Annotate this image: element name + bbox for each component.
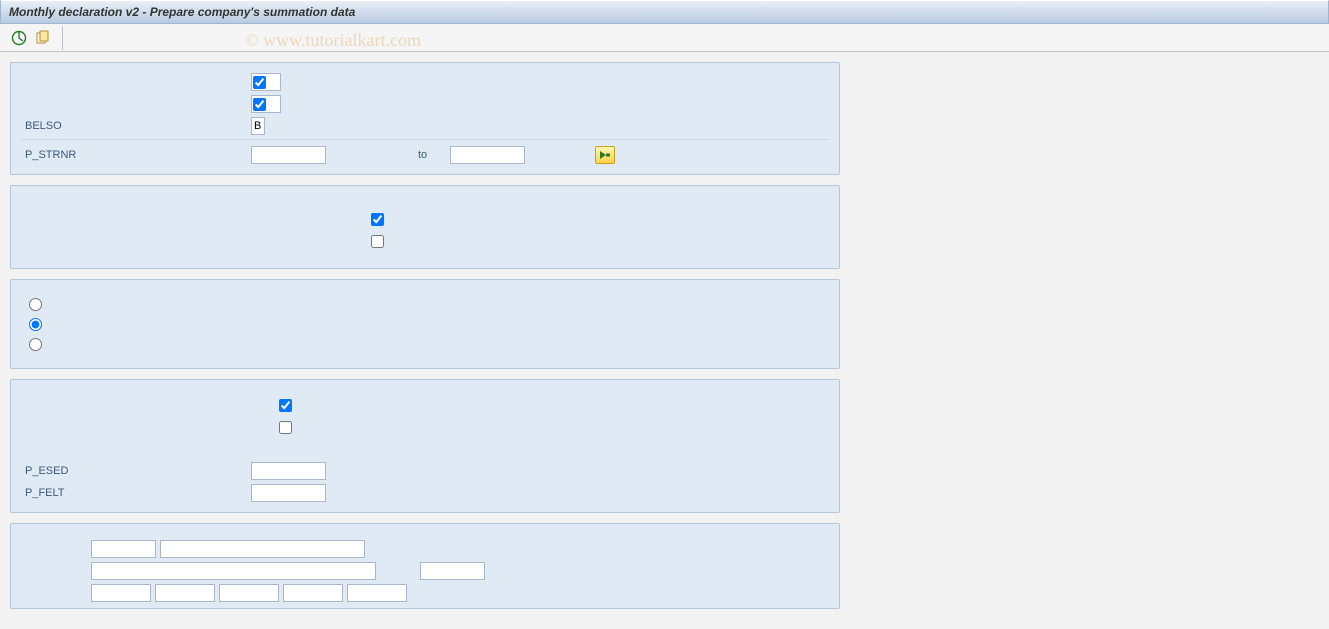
bottom-input-2[interactable]	[160, 540, 365, 558]
pfelt-input[interactable]	[251, 484, 326, 502]
execute-button[interactable]	[10, 29, 28, 47]
toolbar-separator	[62, 26, 63, 50]
bottom-input-3[interactable]	[91, 562, 376, 580]
bottom-input-5[interactable]	[91, 584, 151, 602]
radio-option-2[interactable]	[29, 318, 42, 331]
bottom-input-1[interactable]	[91, 540, 156, 558]
selection-group-3	[10, 279, 840, 369]
belso-input[interactable]	[251, 117, 265, 135]
selection-group-2	[10, 185, 840, 269]
bottom-input-8[interactable]	[283, 584, 343, 602]
pstrnr-from-input[interactable]	[251, 146, 326, 164]
bottom-input-7[interactable]	[219, 584, 279, 602]
window-title: Monthly declaration v2 - Prepare company…	[9, 5, 355, 19]
selection-group-1: BELSO P_STRNR to	[10, 62, 840, 175]
pesed-input[interactable]	[251, 462, 326, 480]
title-bar: Monthly declaration v2 - Prepare company…	[0, 0, 1329, 24]
get-variant-button[interactable]	[34, 29, 52, 47]
checkbox-5[interactable]	[279, 399, 292, 412]
checkbox-2[interactable]	[253, 98, 266, 111]
checkbox-frame-2	[251, 95, 281, 113]
bottom-input-9[interactable]	[347, 584, 407, 602]
to-label: to	[418, 149, 446, 161]
bottom-input-6[interactable]	[155, 584, 215, 602]
pstrnr-label: P_STRNR	[21, 149, 251, 161]
belso-label: BELSO	[21, 120, 251, 132]
checkbox-3[interactable]	[371, 213, 384, 226]
checkbox-frame-1	[251, 73, 281, 91]
radio-option-3[interactable]	[29, 338, 42, 351]
pstrnr-to-input[interactable]	[450, 146, 525, 164]
checkbox-4[interactable]	[371, 235, 384, 248]
multiple-selection-button[interactable]	[595, 146, 615, 164]
selection-group-5	[10, 523, 840, 609]
bottom-input-4[interactable]	[420, 562, 485, 580]
selection-group-4: P_ESED P_FELT	[10, 379, 840, 513]
checkbox-1[interactable]	[253, 76, 266, 89]
content-area: BELSO P_STRNR to	[0, 52, 1329, 629]
checkbox-6[interactable]	[279, 421, 292, 434]
radio-option-1[interactable]	[29, 298, 42, 311]
divider-1	[21, 139, 829, 140]
pesed-label: P_ESED	[21, 465, 251, 477]
pfelt-label: P_FELT	[21, 487, 251, 499]
toolbar	[0, 24, 1329, 52]
